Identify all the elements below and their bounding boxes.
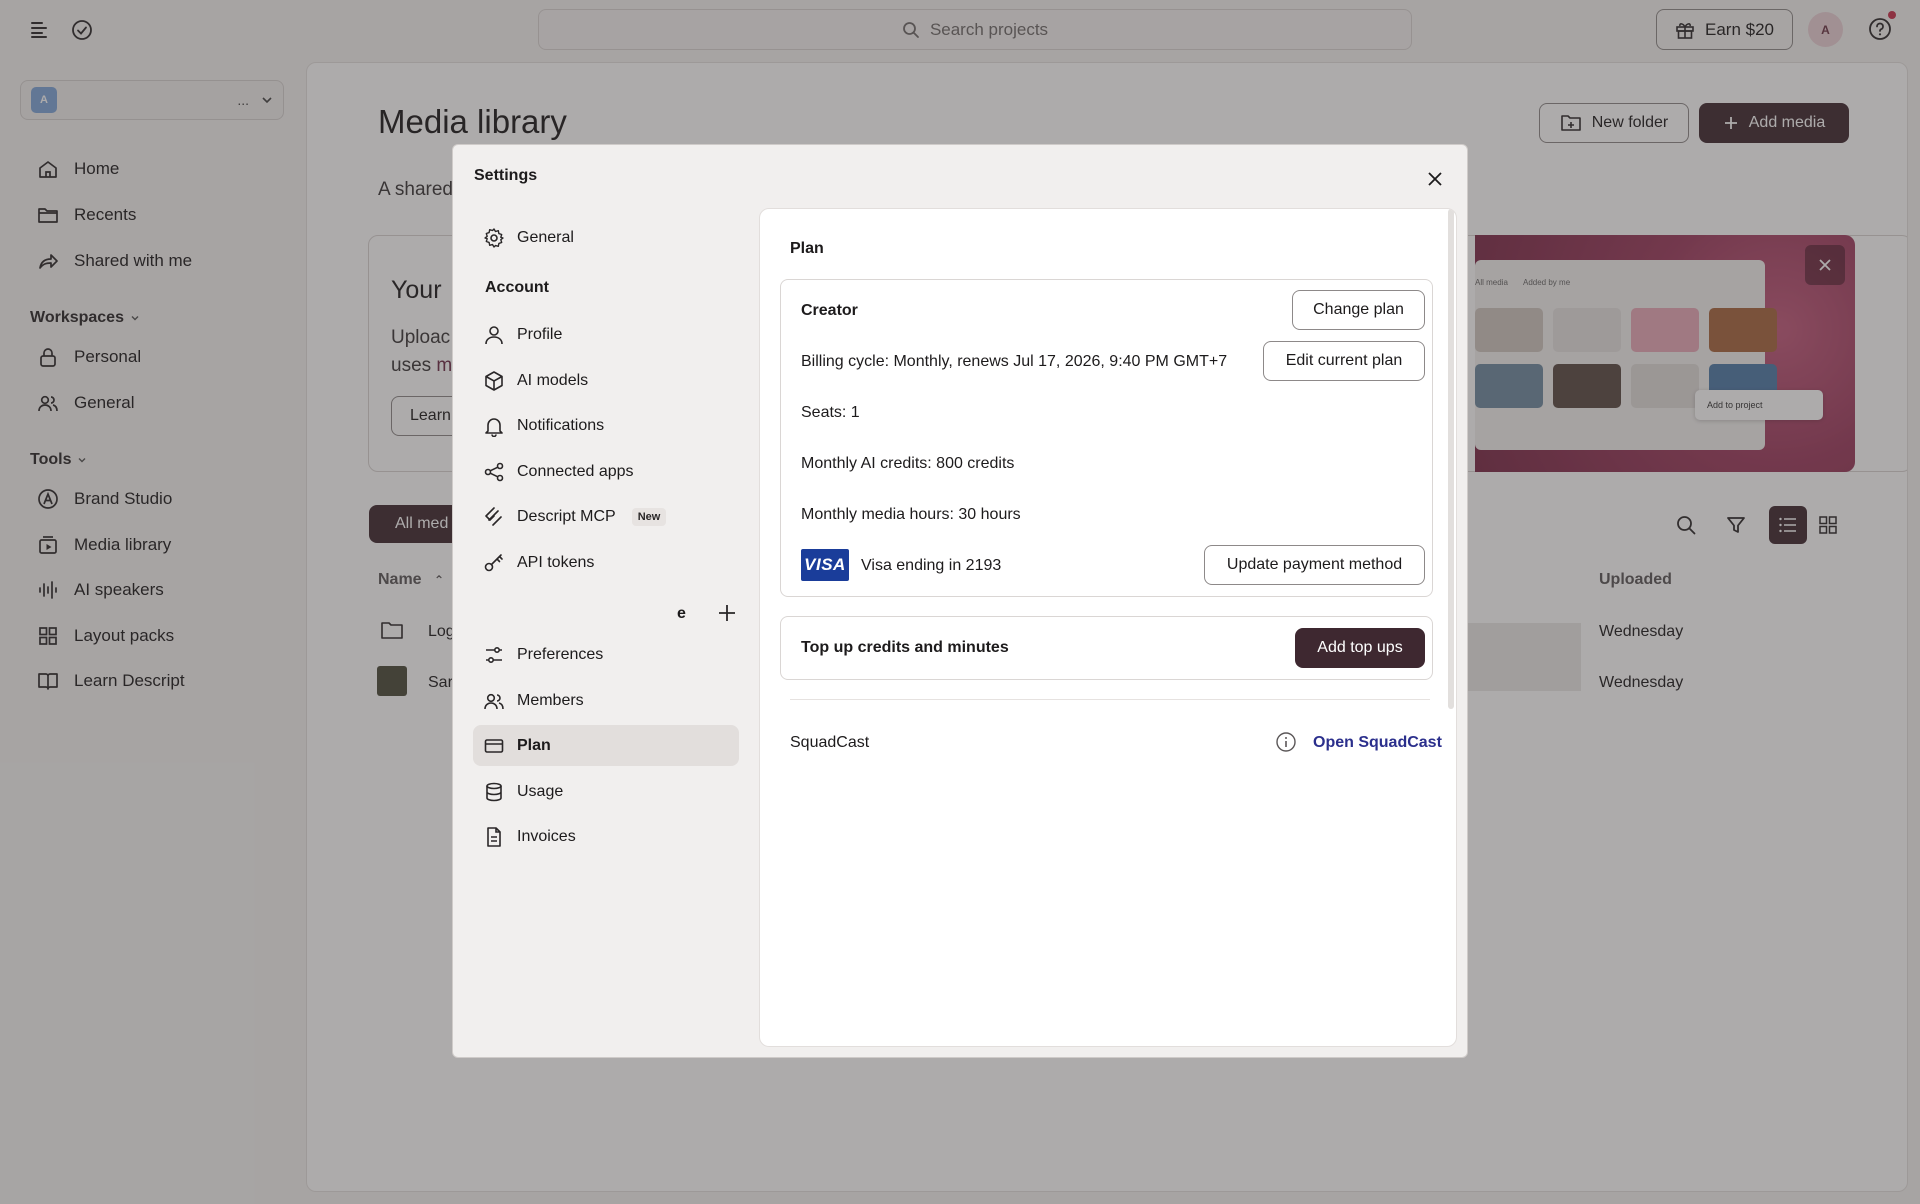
close-button[interactable]: [1421, 165, 1449, 193]
database-icon: [483, 781, 505, 803]
add-topups-button[interactable]: Add top ups: [1295, 628, 1425, 668]
ai-credits: Monthly AI credits: 800 credits: [801, 455, 1015, 472]
settings-nav-plan[interactable]: Plan: [473, 725, 739, 766]
settings-nav-label: General: [517, 228, 574, 246]
settings-nav-general[interactable]: General: [473, 217, 739, 258]
squadcast-label: SquadCast: [790, 734, 870, 751]
settings-nav-label: Preferences: [517, 645, 604, 663]
settings-nav-label: Members: [517, 691, 584, 709]
settings-nav-label: AI models: [517, 371, 589, 389]
settings-nav-notifications[interactable]: Notifications: [473, 405, 739, 446]
settings-nav-label: Notifications: [517, 416, 605, 434]
settings-nav-label: Plan: [517, 736, 551, 754]
settings-nav-profile[interactable]: Profile: [473, 314, 739, 355]
settings-nav-label: API tokens: [517, 553, 595, 571]
connected-icon: [483, 461, 505, 483]
settings-modal: Settings General Account Profile AI mode…: [452, 144, 1468, 1058]
update-payment-button[interactable]: Update payment method: [1204, 545, 1425, 585]
new-badge: New: [631, 507, 667, 526]
settings-nav-label: Profile: [517, 325, 563, 343]
settings-nav-members[interactable]: Members: [473, 680, 739, 721]
gear-icon: [483, 227, 505, 249]
plan-card: Creator Change plan Billing cycle: Month…: [780, 279, 1433, 597]
settings-nav-label: Connected apps: [517, 462, 634, 480]
settings-nav-preferences[interactable]: Preferences: [473, 634, 739, 675]
info-icon[interactable]: [1275, 731, 1297, 753]
mcp-icon: [483, 506, 505, 528]
bell-icon: [483, 415, 505, 437]
add-workspace-icon[interactable]: [715, 601, 739, 625]
billing-cycle: Billing cycle: Monthly, renews Jul 17, 2…: [801, 353, 1228, 370]
key-icon: [483, 552, 505, 574]
settings-nav-api-tokens[interactable]: API tokens: [473, 542, 739, 583]
settings-nav-label: Usage: [517, 782, 564, 800]
plan-name: Creator: [801, 302, 858, 319]
settings-nav-usage[interactable]: Usage: [473, 771, 739, 812]
change-plan-button[interactable]: Change plan: [1292, 290, 1425, 330]
visa-logo: VISA: [801, 549, 849, 581]
settings-nav-connected-apps[interactable]: Connected apps: [473, 451, 739, 492]
card-text: Visa ending in 2193: [861, 557, 1002, 574]
open-squadcast-link[interactable]: Open SquadCast: [1313, 734, 1442, 752]
person-icon: [483, 324, 505, 346]
card-icon: [483, 735, 505, 757]
document-icon: [483, 826, 505, 848]
settings-nav-label: Invoices: [517, 827, 576, 845]
settings-nav-label: Descript MCP: [517, 507, 616, 525]
panel-heading: Plan: [790, 240, 824, 257]
panel-scrollbar[interactable]: [1448, 209, 1454, 709]
account-heading: Account: [485, 279, 549, 296]
settings-nav-descript-mcp[interactable]: Descript MCP New: [473, 496, 739, 537]
topup-title: Top up credits and minutes: [801, 639, 1009, 656]
workspace-heading: e: [677, 605, 686, 622]
members-icon: [483, 690, 505, 712]
media-hours: Monthly media hours: 30 hours: [801, 506, 1021, 523]
settings-nav-invoices[interactable]: Invoices: [473, 816, 739, 857]
sliders-icon: [483, 644, 505, 666]
cube-icon: [483, 370, 505, 392]
divider: [790, 699, 1430, 700]
settings-nav-ai-models[interactable]: AI models: [473, 360, 739, 401]
close-icon: [1428, 172, 1442, 186]
plan-panel: Plan Creator Change plan Billing cycle: …: [759, 208, 1457, 1047]
topup-card: Top up credits and minutes Add top ups: [780, 616, 1433, 680]
modal-title: Settings: [474, 167, 538, 184]
edit-plan-button[interactable]: Edit current plan: [1263, 341, 1425, 381]
seats: Seats: 1: [801, 404, 860, 421]
